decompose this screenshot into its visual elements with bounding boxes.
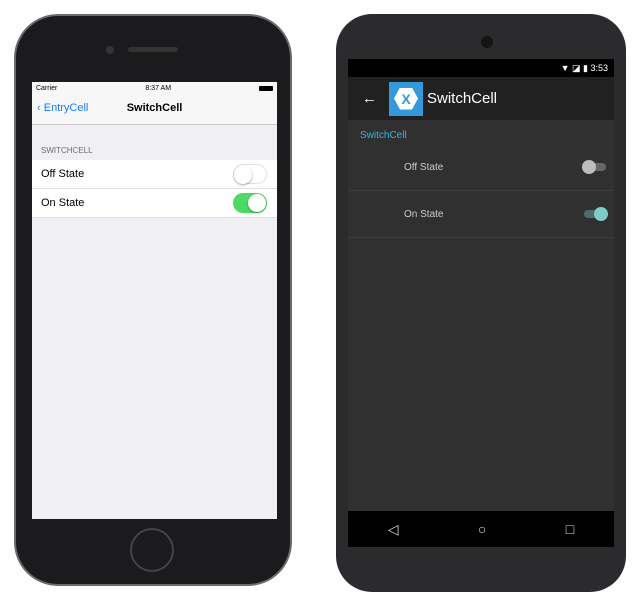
ios-nav-bar: ‹ EntryCell SwitchCell	[32, 94, 277, 125]
toggle-switch[interactable]	[233, 193, 267, 213]
cell-label: On State	[404, 208, 444, 220]
toggle-switch[interactable]	[233, 164, 267, 184]
android-nav-bar: ◁ ○ □	[348, 511, 614, 547]
page-title: SwitchCell	[427, 90, 498, 107]
android-device: ▼ ◪ ▮ 3:53 ← X SwitchCell SwitchCell Off…	[336, 14, 626, 592]
switch-cell: Off State	[32, 160, 277, 189]
recents-square-icon[interactable]: □	[566, 521, 574, 537]
back-arrow-icon[interactable]: ←	[362, 90, 377, 107]
ios-screen: Carrier 8:37 AM ‹ EntryCell SwitchCell S…	[32, 82, 277, 519]
action-bar: ← X SwitchCell	[348, 77, 614, 120]
toggle-switch[interactable]	[582, 160, 608, 174]
home-button[interactable]	[130, 528, 174, 572]
camera	[106, 46, 114, 54]
cell-label: On State	[41, 197, 85, 209]
carrier-label: Carrier	[36, 84, 58, 92]
switch-cell: Off State	[348, 144, 614, 191]
speaker	[128, 47, 178, 52]
camera	[481, 36, 493, 48]
cell-label: Off State	[41, 168, 85, 180]
section-header: SwitchCell	[360, 130, 407, 141]
android-screen: ▼ ◪ ▮ 3:53 ← X SwitchCell SwitchCell Off…	[348, 59, 614, 547]
status-time: 8:37 AM	[145, 84, 172, 92]
switch-cell: On State	[348, 191, 614, 238]
battery-icon	[258, 85, 273, 91]
switch-cell: On State	[32, 189, 277, 218]
iphone-device: Carrier 8:37 AM ‹ EntryCell SwitchCell S…	[14, 14, 292, 586]
android-status-bar: ▼ ◪ ▮ 3:53	[348, 59, 614, 77]
status-time: 3:53	[590, 63, 608, 73]
page-title: SwitchCell	[126, 102, 183, 114]
toggle-switch[interactable]	[582, 207, 608, 221]
ios-status-bar: Carrier 8:37 AM	[32, 82, 277, 94]
section-header: SWITCHCELL	[41, 146, 93, 155]
cell-label: Off State	[404, 161, 444, 173]
back-triangle-icon[interactable]: ◁	[388, 521, 399, 538]
xamarin-logo: X	[389, 81, 423, 116]
home-circle-icon[interactable]: ○	[478, 521, 486, 537]
